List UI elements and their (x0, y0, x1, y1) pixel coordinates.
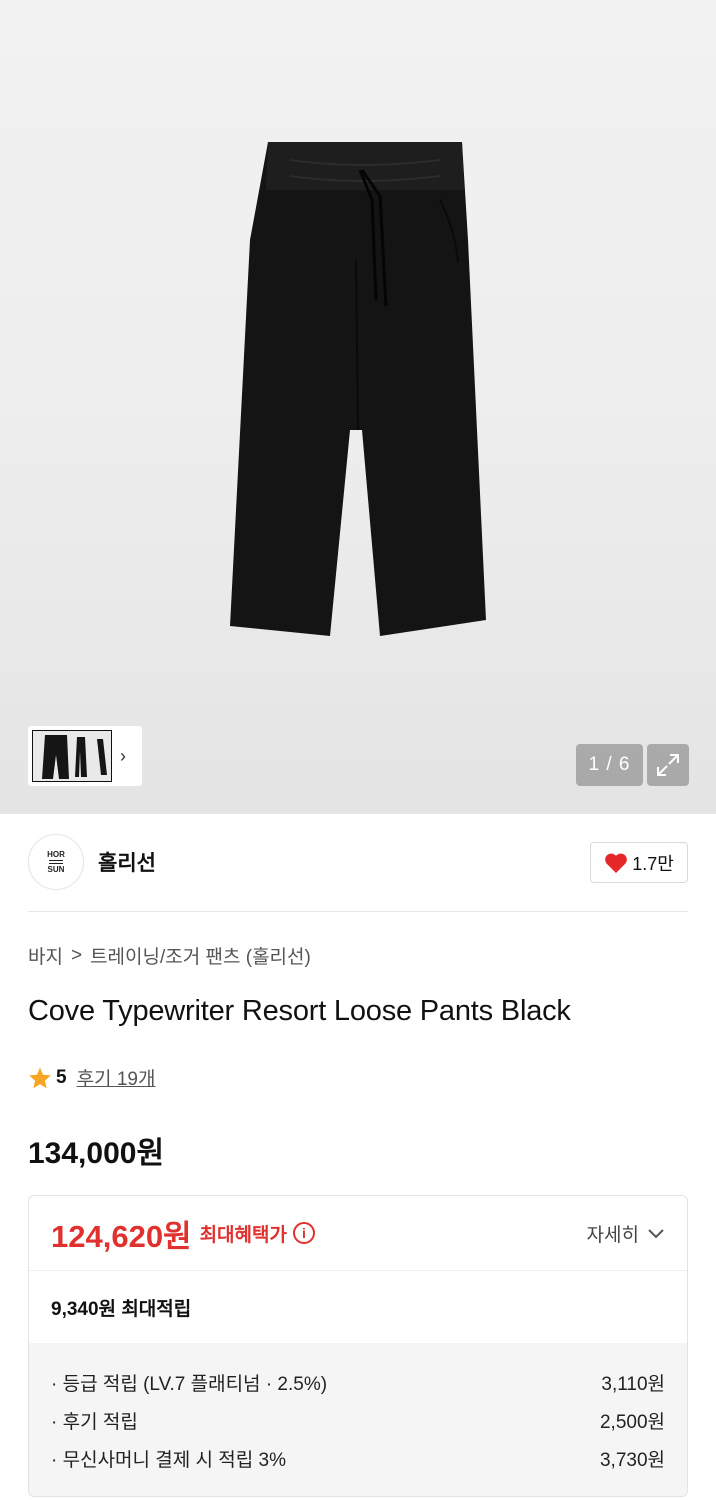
original-price: 134,000원 (28, 1137, 165, 1170)
like-count: 1.7만 (632, 853, 674, 874)
points-item: · 무신사머니 결제 시 적립 3% 3,730원 (51, 1439, 665, 1477)
thumbnail-strip[interactable]: › (28, 726, 142, 786)
like-button[interactable]: 1.7만 (590, 842, 688, 883)
image-counter: 1 / 6 (576, 744, 643, 786)
max-benefit-label: 최대혜택가 (199, 1224, 287, 1246)
breadcrumb: 바지 > 트레이닝/조거 팬츠 (홀리선) (28, 942, 311, 969)
max-points-amount: 9,340원 (51, 1298, 117, 1320)
rating: 5 후기 19개 (28, 1064, 155, 1091)
points-item: · 후기 적립 2,500원 (51, 1401, 665, 1439)
chevron-down-icon (648, 1229, 664, 1239)
brand-logo[interactable]: HOR SUN (28, 834, 84, 890)
points-breakdown: · 등급 적립 (LV.7 플래티넘 · 2.5%) 3,110원 · 후기 적… (29, 1343, 687, 1496)
heart-icon (605, 853, 628, 873)
chevron-right-icon[interactable]: › (120, 746, 126, 767)
breadcrumb-subcategory[interactable]: 트레이닝/조거 팬츠 (홀리선) (90, 942, 311, 969)
rating-score: 5 (56, 1066, 67, 1088)
points-item-value: 2,500원 (599, 1411, 665, 1433)
info-icon[interactable]: i (292, 1222, 315, 1244)
product-title: Cove Typewriter Resort Loose Pants Black (28, 995, 571, 1027)
points-item-label: · 등급 적립 (LV.7 플래티넘 · 2.5%) (51, 1373, 328, 1395)
expand-icon[interactable] (647, 744, 689, 786)
points-item-value: 3,110원 (601, 1373, 665, 1395)
max-benefit-row[interactable]: 124,620원 최대혜택가 i 자세히 (29, 1196, 687, 1271)
divider (28, 911, 688, 912)
points-item-label: · 후기 적립 (51, 1411, 138, 1433)
points-item-value: 3,730원 (599, 1449, 665, 1471)
detail-toggle[interactable]: 자세히 (587, 1220, 665, 1247)
thumbnail-image[interactable] (32, 730, 112, 782)
brand-row: HOR SUN 홀리선 1.7만 (28, 834, 688, 890)
brand-name[interactable]: 홀리선 (98, 847, 156, 877)
points-item: · 등급 적립 (LV.7 플래티넘 · 2.5%) 3,110원 (51, 1363, 665, 1401)
breadcrumb-separator-icon: > (70, 944, 83, 966)
breadcrumb-category[interactable]: 바지 (28, 942, 63, 969)
star-icon (29, 1067, 51, 1088)
max-points-label: 최대적립 (121, 1298, 192, 1320)
detail-label: 자세히 (586, 1224, 639, 1246)
max-benefit-price: 124,620원 (51, 1218, 192, 1254)
product-image (230, 142, 486, 636)
product-image-gallery[interactable]: › 1 / 6 (0, 0, 716, 814)
max-points-row: 9,340원 최대적립 (29, 1271, 687, 1343)
reviews-link[interactable]: 후기 19개 (77, 1064, 156, 1091)
points-item-label: · 무신사머니 결제 시 적립 3% (51, 1449, 286, 1471)
benefit-box: 124,620원 최대혜택가 i 자세히 9,340원 최대적립 · 등급 적립… (28, 1195, 688, 1497)
